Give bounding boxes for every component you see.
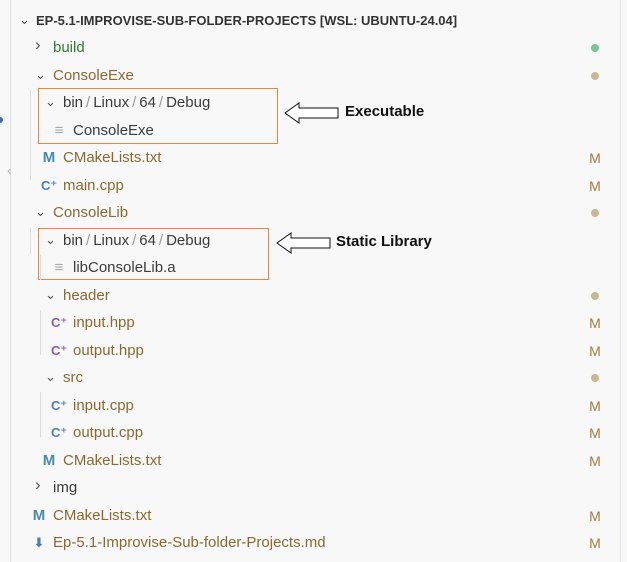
modified-badge: M	[589, 315, 601, 331]
modified-badge: M	[589, 507, 601, 524]
arrow-left-icon	[284, 102, 339, 124]
arrow-left-icon	[276, 232, 331, 254]
explorer-root-folder[interactable]: ⌄ EP-5.1-IMPROVISE-SUB-FOLDER-PROJECTS […	[12, 8, 612, 35]
modified-dot-icon	[591, 374, 599, 382]
folder-item-build[interactable]: › build	[12, 35, 612, 62]
item-label: CMakeLists.txt	[53, 506, 152, 524]
indent-guide	[40, 255, 41, 280]
cpp-icon: C⁺	[41, 177, 58, 193]
modified-badge: M	[589, 397, 601, 414]
collapse-chevron-icon[interactable]: ‹	[7, 162, 12, 178]
chevron-right-icon: ›	[35, 35, 41, 54]
untracked-dot-icon	[591, 44, 599, 52]
item-label: CMakeLists.txt	[63, 149, 162, 166]
file-item-cmakelists-txt[interactable]: M CMakeLists.txt M	[12, 503, 612, 530]
item-label: src	[63, 369, 83, 386]
cpp-icon: C⁺	[51, 425, 68, 440]
cpp-icon: C⁺	[51, 397, 68, 413]
item-label: Ep-5.1-Improvise-Sub-folder-Projects.md	[53, 534, 326, 551]
modified-badge: M	[589, 535, 601, 551]
item-label: output.hpp	[73, 341, 144, 359]
activity-indicator	[0, 117, 3, 123]
modified-dot-icon	[591, 209, 599, 217]
file-item-ep-5-1-improvise-sub-folder-projects-md[interactable]: ⬇ Ep-5.1-Improvise-Sub-folder-Projects.md…	[12, 530, 612, 557]
scrollbar-track[interactable]	[620, 0, 621, 562]
chevron-down-icon: ⌄	[35, 204, 46, 219]
item-label: ConsoleLib	[53, 204, 129, 221]
modified-badge: M	[589, 425, 601, 441]
file-item-output-hpp[interactable]: C⁺ output.hpp M	[12, 338, 612, 365]
item-label: CMakeLists.txt	[63, 451, 162, 469]
item-label: build	[53, 39, 85, 56]
folder-item-header[interactable]: ⌄ header	[12, 283, 612, 310]
sidebar-edge	[10, 0, 11, 562]
folder-item-consolelib[interactable]: ⌄ ConsoleLib	[12, 200, 612, 227]
file-item-input-cpp[interactable]: C⁺ input.cpp M	[12, 393, 612, 420]
indent-guide	[40, 310, 41, 355]
cmake-icon: M	[42, 149, 56, 166]
chevron-down-icon: ⌄	[45, 369, 56, 384]
item-label: ConsoleExe	[53, 66, 134, 84]
item-label: main.cpp	[63, 176, 124, 194]
file-item-cmakelists-txt[interactable]: M CMakeLists.txt M	[12, 448, 612, 475]
file-item-main-cpp[interactable]: C⁺ main.cpp M	[12, 173, 612, 200]
cmake-icon: M	[42, 451, 56, 469]
static-library-annotation: Static Library	[336, 233, 432, 250]
highlight-box-static-library	[38, 228, 269, 280]
indent-guide	[30, 228, 31, 254]
modified-badge: M	[589, 150, 601, 166]
modified-badge: M	[589, 177, 601, 194]
item-label: header	[63, 286, 110, 304]
chevron-down-icon: ⌄	[19, 12, 30, 27]
modified-dot-icon	[591, 71, 599, 80]
modified-badge: M	[589, 452, 601, 469]
item-label: img	[53, 479, 78, 496]
markdown-download-icon: ⬇	[33, 535, 45, 550]
chevron-right-icon: ›	[35, 475, 41, 494]
chevron-down-icon: ⌄	[45, 286, 56, 302]
folder-item-consoleexe[interactable]: ⌄ ConsoleExe	[12, 63, 612, 90]
root-folder-label: EP-5.1-IMPROVISE-SUB-FOLDER-PROJECTS [WS…	[36, 13, 458, 28]
item-label: input.hpp	[73, 314, 135, 331]
hpp-icon: C⁺	[51, 342, 68, 358]
indent-guide	[30, 90, 31, 180]
folder-item-src[interactable]: ⌄ src	[12, 365, 612, 392]
cmake-icon: M	[32, 506, 46, 524]
indent-guide	[40, 392, 41, 437]
executable-annotation: Executable	[345, 103, 425, 120]
item-label: output.cpp	[73, 424, 144, 441]
highlight-box-executable	[38, 88, 278, 144]
hpp-icon: C⁺	[51, 315, 68, 330]
modified-dot-icon	[591, 291, 599, 300]
folder-item-img[interactable]: › img	[12, 475, 612, 502]
file-item-output-cpp[interactable]: C⁺ output.cpp M	[12, 420, 612, 447]
file-item-input-hpp[interactable]: C⁺ input.hpp M	[12, 310, 612, 337]
item-label: input.cpp	[73, 396, 134, 414]
chevron-down-icon: ⌄	[35, 66, 46, 82]
modified-badge: M	[589, 342, 601, 359]
file-item-cmakelists-txt[interactable]: M CMakeLists.txt M	[12, 145, 612, 172]
